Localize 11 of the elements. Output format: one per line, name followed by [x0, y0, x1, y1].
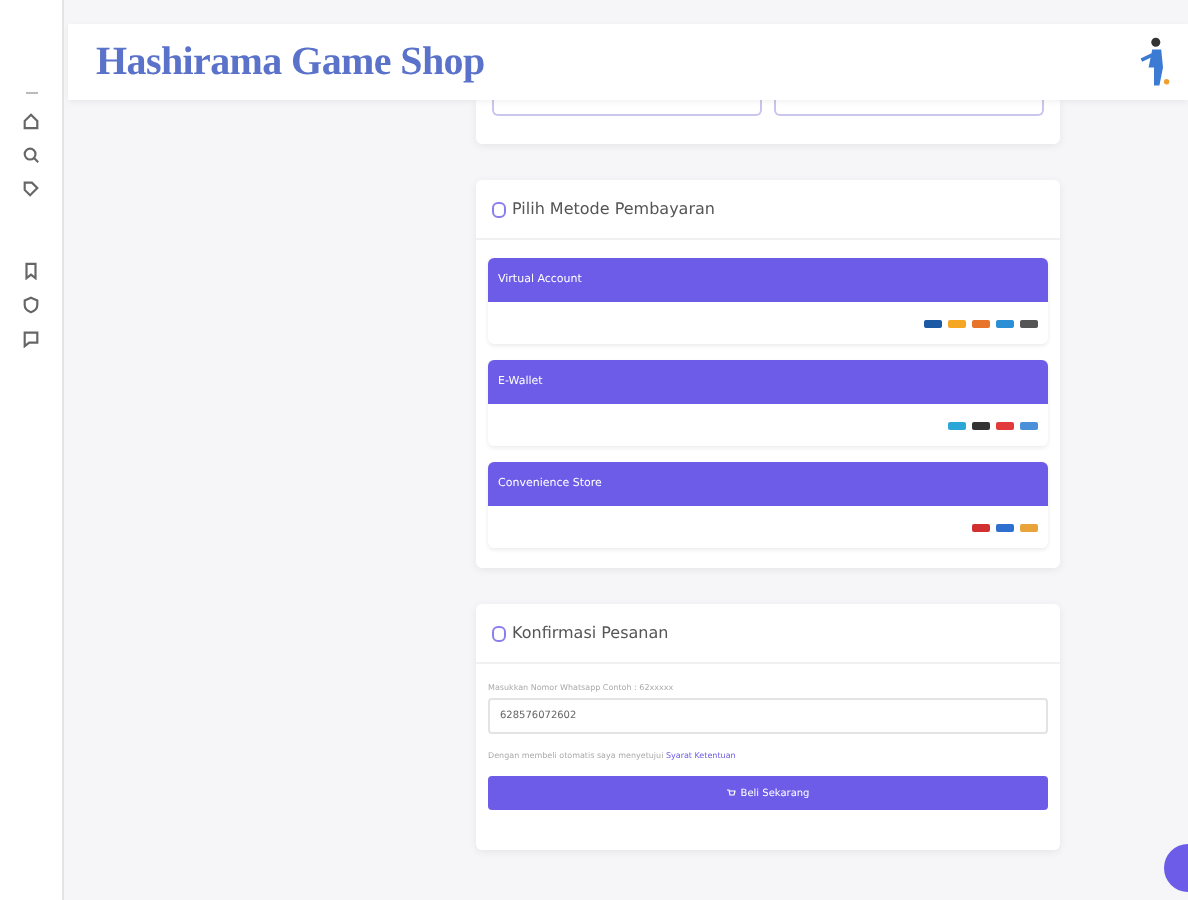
chat-icon[interactable]	[22, 330, 40, 348]
search-icon[interactable]	[22, 146, 40, 164]
section-title: Pilih Metode Pembayaran	[512, 200, 715, 218]
tag-icon[interactable]	[22, 180, 40, 198]
bookmark-icon[interactable]	[22, 262, 40, 280]
figure-icon[interactable]	[1136, 34, 1172, 90]
section-title: Konfirmasi Pesanan	[512, 624, 669, 642]
home-icon[interactable]	[22, 112, 40, 130]
shield-icon[interactable]	[22, 296, 40, 314]
cart-icon	[726, 788, 737, 798]
shop-title[interactable]: Hashirama Game Shop	[96, 39, 485, 85]
